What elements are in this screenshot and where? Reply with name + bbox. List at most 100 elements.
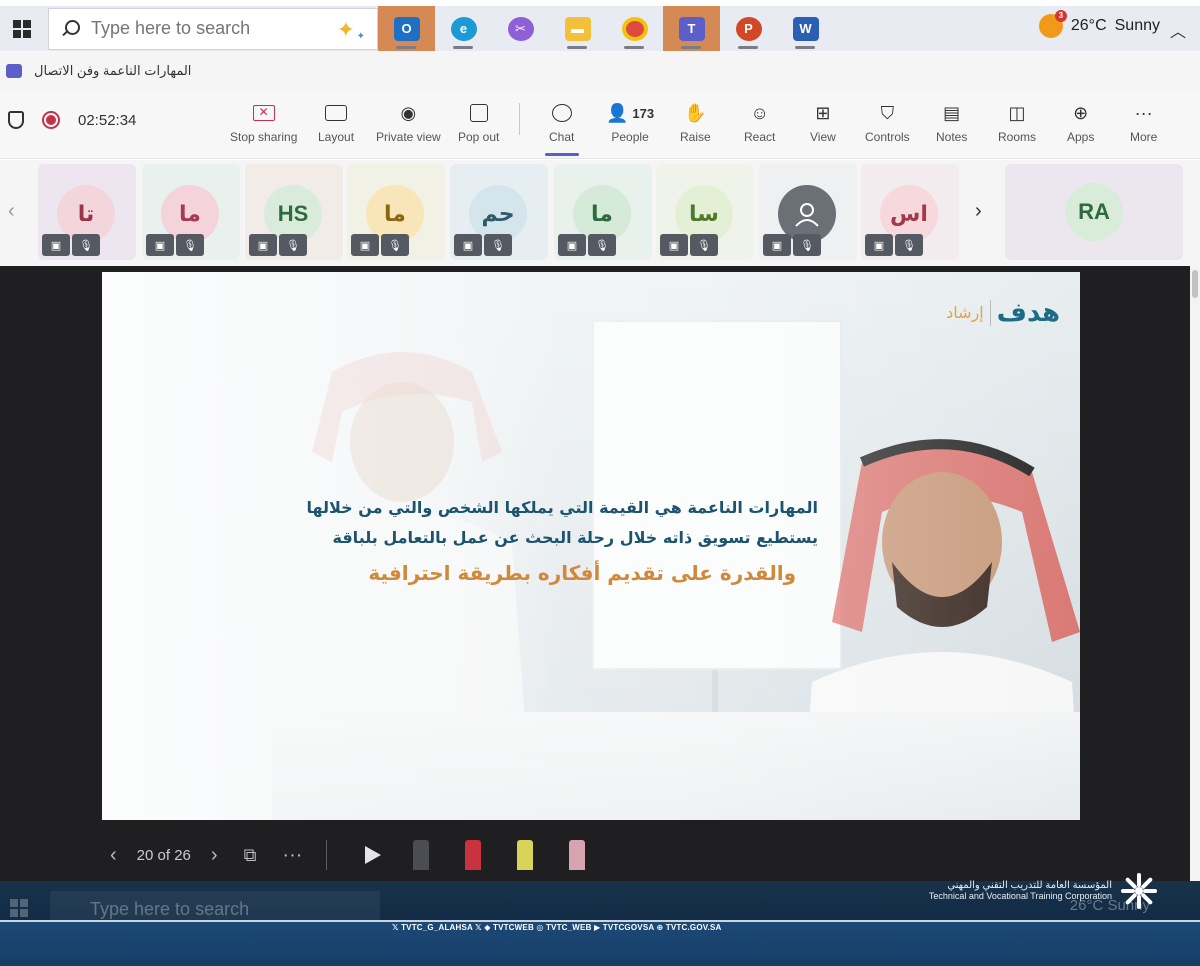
copilot-sparkle-small-icon: ✦ [356,30,365,42]
more-icon: ··· [1134,102,1153,123]
taskbar-search-input[interactable] [91,18,291,39]
search-icon [61,19,80,38]
camera-off-icon: ▣ [558,234,586,256]
controls-button[interactable]: ⛉ Controls [865,99,910,145]
mic-off-icon: 🎙 [690,234,718,256]
start-button[interactable] [4,11,40,47]
pop-out-label: Pop out [458,130,500,144]
notes-button[interactable]: ▤ Notes [936,99,967,145]
chat-button[interactable]: Chat [544,99,579,156]
smiley-icon: ☺ [750,102,769,123]
stop-sharing-button[interactable]: ✕ Stop sharing [230,99,297,144]
mic-off-icon: 🎙 [279,234,307,256]
red-pen-icon[interactable] [465,840,482,870]
taskbar-outlook[interactable]: O [378,6,435,51]
taskbar-teams[interactable]: T [663,6,720,51]
weather-condition: Sunny [1114,17,1160,34]
mic-off-icon: 🎙 [176,234,204,256]
pop-out-button[interactable]: Pop out [458,99,499,144]
edge-icon: e [450,16,477,41]
camera-off-icon: ▣ [249,234,277,256]
next-slide-icon[interactable]: › [211,844,218,867]
pop-out-icon [469,104,488,122]
chat-label: Chat [549,130,575,144]
scrollbar[interactable] [1190,266,1200,881]
slide-text-line-3: والقدرة على تقديم أفكاره بطريقة احترافية [368,561,796,585]
chevron-up-icon[interactable]: ︿ [1170,18,1186,42]
more-button[interactable]: ··· More [1130,99,1158,145]
participant-tile[interactable]: ▣ 🎙 [759,164,857,260]
camera-off-icon: ▣ [42,234,70,256]
taskbar-edge[interactable]: e [435,6,492,51]
screenshot-root: ✦ ✦ O e ✂ ▬ T P W 3 26°C Sunny ︿ المهارا… [0,0,1200,966]
eye-icon: ◉ [400,102,417,123]
apps-button[interactable]: ⊕ Apps [1067,99,1094,145]
people-icon: 👤 [606,102,629,123]
previous-slide-icon[interactable]: ‹ [110,844,117,867]
taskbar-search[interactable]: ✦ ✦ [48,7,378,50]
participant-tile[interactable]: اس ▣ 🎙 [861,164,959,260]
mic-off-icon: 🎙 [381,234,409,256]
snipping-icon: ✂ [507,16,534,41]
slide-overview-icon[interactable]: ⧉ [244,845,257,866]
taskbar-snipping[interactable]: ✂ [492,6,549,51]
participant-tile[interactable]: سا ▣ 🎙 [656,164,754,260]
meeting-titlebar: المهارات الناعمة وفن الاتصال [0,51,1200,91]
meeting-toolbar: 02:52:34 ✕ Stop sharing Layout ◉ Private… [0,91,1200,159]
taskbar-chrome[interactable] [606,6,663,51]
react-button[interactable]: ☺ React [744,99,775,145]
plus-icon: ⊕ [1073,102,1089,123]
participant-tile[interactable]: ما ▣ 🎙 [142,164,240,260]
windows-taskbar: ✦ ✦ O e ✂ ▬ T P W 3 26°C Sunny ︿ [0,6,1200,51]
tile-status-icons: ▣ 🎙 [763,234,821,256]
tile-status-icons: ▣ 🎙 [249,234,307,256]
copilot-sparkle-icon: ✦ [336,16,355,42]
hadaf-logo: إرشاد هدف [946,298,1060,328]
participant-tile[interactable]: ما ▣ 🎙 [554,164,652,260]
highlighter-icon[interactable] [517,840,534,870]
meeting-status: 02:52:34 [8,111,136,129]
more-label: More [1130,130,1158,144]
tile-status-icons: ▣ 🎙 [865,234,923,256]
mic-off-icon: 🎙 [793,234,821,256]
participants-strip: ‹ تا ▣ 🎙 ما ▣ 🎙 HS ▣ 🎙 ما ▣ 🎙 حم ▣ 🎙 ما ▣ 🎙 سا ▣ 🎙 ▣ 🎙 اس ▣ 🎙 › R… [0,160,1200,266]
camera-off-icon: ▣ [351,234,379,256]
taskbar-file-explorer[interactable]: ▬ [549,6,606,51]
avatar: RA [1065,183,1123,241]
file-explorer-icon: ▬ [564,16,591,41]
people-button[interactable]: 👤 173 People [606,99,654,145]
pointer-icon[interactable] [365,846,382,864]
tvtc-emblem-icon [1121,873,1157,909]
view-label: View [810,130,836,144]
participant-tile[interactable]: تا ▣ 🎙 [38,164,136,260]
weather-widget[interactable]: 3 26°C Sunny [1038,10,1160,38]
raise-hand-button[interactable]: ✋ Raise [680,99,711,145]
meeting-timer: 02:52:34 [78,111,137,129]
view-button[interactable]: ⊞ View [810,99,836,145]
chevron-right-icon[interactable]: › [975,200,982,223]
more-icon[interactable]: ··· [282,844,302,867]
tile-status-icons: ▣ 🎙 [351,234,409,256]
eraser-icon[interactable] [413,840,430,870]
participant-tile[interactable]: HS ▣ 🎙 [245,164,343,260]
org-name-arabic: المؤسسة العامة للتدريب التقني والمهني [947,880,1112,891]
layout-label: Layout [318,130,355,144]
rooms-button[interactable]: ◫ Rooms [998,99,1036,145]
chevron-left-icon[interactable]: ‹ [8,200,15,223]
participant-tile-featured[interactable]: RA [1005,164,1183,260]
tile-status-icons: ▣ 🎙 [660,234,718,256]
stop-sharing-label: Stop sharing [230,130,298,144]
teams-logo-icon [6,64,22,78]
stop-sharing-icon: ✕ [252,105,275,121]
participant-tile[interactable]: حم ▣ 🎙 [450,164,548,260]
layout-button[interactable]: Layout [318,99,354,144]
notes-icon: ▤ [943,102,961,123]
camera-off-icon: ▣ [763,234,791,256]
taskbar-word[interactable]: W [777,6,834,51]
participant-tile[interactable]: ما ▣ 🎙 [347,164,445,260]
pink-pen-icon[interactable] [569,840,586,870]
grid-icon: ⊞ [815,102,831,123]
private-view-button[interactable]: ◉ Private view [376,99,441,145]
mic-off-icon: 🎙 [484,234,512,256]
taskbar-powerpoint[interactable]: P [720,6,777,51]
